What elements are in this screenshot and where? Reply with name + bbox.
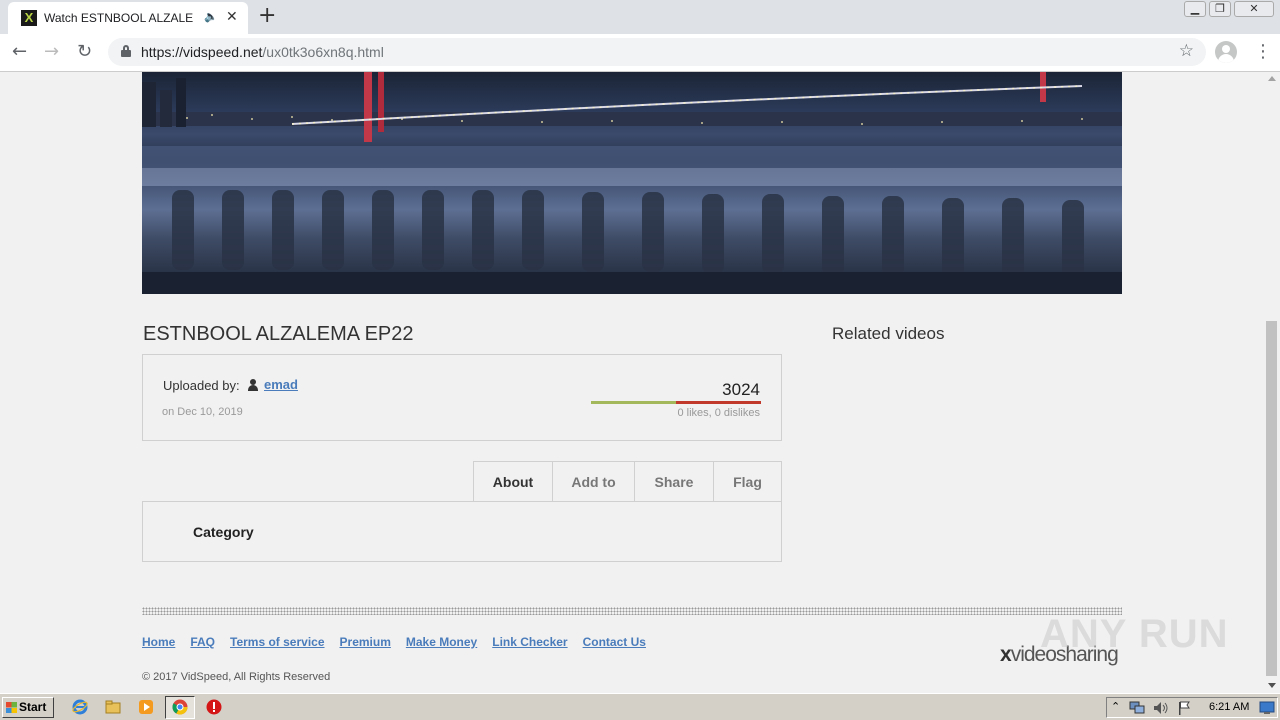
- address-bar[interactable]: https://vidspeed.net/ux0tk3o6xn8q.html ☆: [108, 38, 1206, 66]
- video-player[interactable]: [142, 72, 1122, 294]
- footer-link-terms[interactable]: Terms of service: [230, 635, 325, 649]
- internet-explorer-icon[interactable]: [72, 699, 88, 715]
- brand-logo-x: x: [1000, 643, 1012, 666]
- window-close-button[interactable]: ✕: [1234, 1, 1274, 17]
- video-info-box: Uploaded by: emad on Dec 10, 2019 3024 0…: [142, 354, 782, 441]
- likes-fill: [591, 401, 676, 404]
- view-count: 3024: [722, 380, 760, 399]
- browser-toolbar: ← → ↻ https://vidspeed.net/ux0tk3o6xn8q.…: [0, 34, 1280, 72]
- tab-title: Watch ESTNBOOL ALZALEMA EP22: [44, 11, 194, 25]
- start-button[interactable]: Start: [2, 697, 54, 718]
- browser-menu-icon[interactable]: ⋮: [1254, 41, 1272, 62]
- uploader-link[interactable]: emad: [264, 377, 298, 392]
- footer-link-make-money[interactable]: Make Money: [406, 635, 477, 649]
- rating-bar: [591, 401, 761, 404]
- media-player-icon[interactable]: [138, 699, 154, 715]
- browser-tab-strip: X Watch ESTNBOOL ALZALEMA EP22 🔈 ✕ + ▁ ❐…: [0, 0, 1280, 34]
- anyrun-watermark: ANY RUN: [1040, 612, 1229, 656]
- file-explorer-icon[interactable]: [105, 699, 121, 715]
- windows-taskbar: Start ⌃ 6:21 AM: [0, 693, 1280, 720]
- tab-close-icon[interactable]: ✕: [226, 8, 238, 25]
- user-icon: [248, 379, 258, 391]
- reload-button[interactable]: ↻: [77, 41, 92, 62]
- footer-link-home[interactable]: Home: [142, 635, 175, 649]
- likes-dislikes-text: 0 likes, 0 dislikes: [677, 407, 760, 419]
- about-tab-panel: Category: [142, 501, 782, 562]
- video-title: ESTNBOOL ALZALEMA EP22: [143, 323, 414, 345]
- tray-expand-icon[interactable]: ⌃: [1111, 700, 1120, 713]
- video-frame-image: [142, 72, 1122, 294]
- url-path: /ux0tk3o6xn8q.html: [262, 44, 384, 60]
- network-icon[interactable]: [1129, 701, 1145, 715]
- forward-button[interactable]: →: [44, 41, 59, 62]
- back-button[interactable]: ←: [12, 41, 27, 62]
- video-tabs: About Add to Share Flag: [473, 461, 782, 502]
- action-center-flag-icon[interactable]: [1177, 701, 1191, 715]
- upload-date: on Dec 10, 2019: [162, 406, 243, 418]
- copyright-text: © 2017 VidSpeed, All Rights Reserved: [142, 671, 331, 683]
- category-label: Category: [193, 524, 254, 540]
- footer-link-link-checker[interactable]: Link Checker: [492, 635, 567, 649]
- tab-flag[interactable]: Flag: [713, 461, 782, 502]
- url-domain: https://vidspeed.net: [141, 44, 263, 60]
- site-favicon-icon: X: [21, 10, 37, 26]
- scroll-down-arrow-icon[interactable]: [1268, 683, 1276, 688]
- tab-add-to[interactable]: Add to: [552, 461, 634, 502]
- profile-avatar-icon[interactable]: [1215, 41, 1237, 63]
- scrollbar-thumb[interactable]: [1266, 321, 1277, 676]
- bookmark-star-icon[interactable]: ☆: [1179, 41, 1194, 61]
- windows-flag-icon: [6, 702, 17, 713]
- system-tray: ⌃ 6:21 AM: [1106, 697, 1278, 718]
- footer-divider: [142, 607, 1122, 615]
- taskbar-clock[interactable]: 6:21 AM: [1209, 701, 1249, 713]
- chrome-icon: [172, 699, 188, 715]
- audio-playing-icon[interactable]: 🔈: [204, 10, 218, 23]
- page-content: ESTNBOOL ALZALEMA EP22 Related videos Up…: [0, 72, 1264, 692]
- footer-link-faq[interactable]: FAQ: [190, 635, 215, 649]
- tab-about[interactable]: About: [473, 461, 552, 502]
- restore-button[interactable]: ❐: [1209, 1, 1231, 17]
- show-desktop-icon[interactable]: [1259, 701, 1275, 715]
- browser-tab[interactable]: X Watch ESTNBOOL ALZALEMA EP22 🔈 ✕: [8, 2, 248, 34]
- volume-icon[interactable]: [1153, 701, 1169, 715]
- uploaded-by-label: Uploaded by:: [163, 378, 240, 393]
- lock-icon[interactable]: [121, 45, 131, 57]
- stop-sign-icon[interactable]: [206, 699, 222, 715]
- footer-link-premium[interactable]: Premium: [340, 635, 391, 649]
- related-videos-heading: Related videos: [832, 324, 945, 343]
- url-text[interactable]: https://vidspeed.net/ux0tk3o6xn8q.html: [141, 44, 384, 60]
- footer-link-contact[interactable]: Contact Us: [583, 635, 646, 649]
- minimize-button[interactable]: ▁: [1184, 1, 1206, 17]
- footer-links: Home FAQ Terms of service Premium Make M…: [142, 635, 661, 649]
- tab-share[interactable]: Share: [634, 461, 713, 502]
- chrome-taskbar-button[interactable]: [165, 696, 195, 719]
- page-scrollbar[interactable]: [1264, 72, 1280, 692]
- scroll-up-arrow-icon[interactable]: [1268, 76, 1276, 81]
- new-tab-button[interactable]: +: [258, 3, 276, 28]
- start-label: Start: [19, 700, 47, 714]
